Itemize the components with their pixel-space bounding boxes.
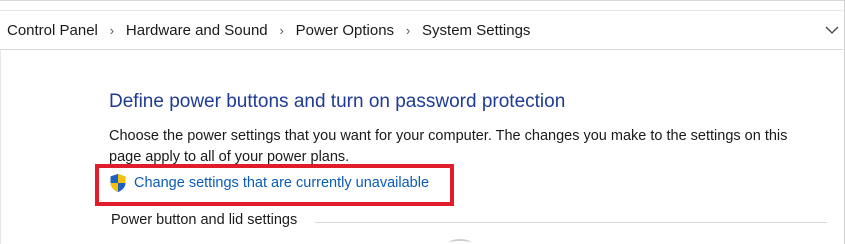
breadcrumb-item-hardware-and-sound[interactable]: Hardware and Sound xyxy=(126,22,268,39)
section-divider xyxy=(315,222,827,223)
breadcrumb-item-control-panel[interactable]: Control Panel xyxy=(7,22,98,39)
breadcrumb-separator-icon[interactable]: › xyxy=(268,23,296,38)
left-pane-divider xyxy=(0,50,1,244)
breadcrumb-separator-icon[interactable]: › xyxy=(394,23,422,38)
breadcrumb: Control Panel › Hardware and Sound › Pow… xyxy=(0,22,530,39)
page-description: Choose the power settings that you want … xyxy=(109,128,788,165)
breadcrumb-separator-icon[interactable]: › xyxy=(98,23,126,38)
breadcrumb-item-power-options[interactable]: Power Options xyxy=(296,22,394,39)
change-settings-link-label[interactable]: Change settings that are currently unava… xyxy=(134,175,429,191)
control-panel-window: Control Panel › Hardware and Sound › Pow… xyxy=(0,0,845,244)
chevron-down-icon[interactable] xyxy=(824,22,840,38)
page-title: Define power buttons and turn on passwor… xyxy=(109,91,566,112)
change-settings-link[interactable]: Change settings that are currently unava… xyxy=(109,173,429,193)
partial-icon xyxy=(449,239,471,244)
uac-shield-icon xyxy=(110,174,126,192)
section-title-power-button-lid: Power button and lid settings xyxy=(111,212,298,228)
address-bar[interactable]: Control Panel › Hardware and Sound › Pow… xyxy=(0,10,843,50)
breadcrumb-item-system-settings[interactable]: System Settings xyxy=(422,22,530,39)
